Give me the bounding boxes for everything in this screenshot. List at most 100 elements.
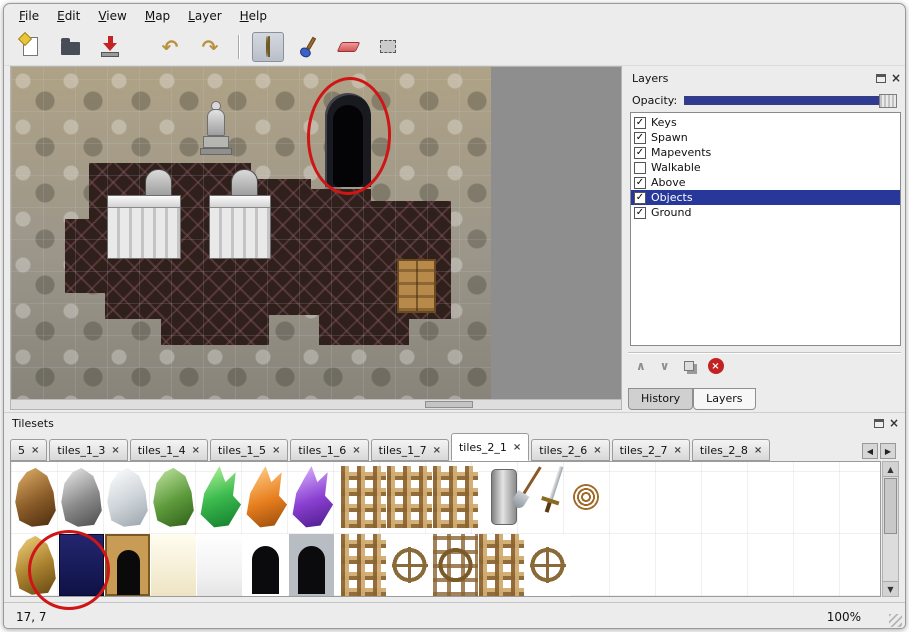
tileset-tab[interactable]: tiles_1_6× <box>290 439 368 461</box>
layer-row-ground[interactable]: ✓ Ground <box>631 205 900 220</box>
float-panel-icon[interactable] <box>876 74 886 83</box>
tileset-tab[interactable]: 5× <box>10 439 47 461</box>
close-icon[interactable]: × <box>192 445 200 456</box>
tile-wood-wheel[interactable] <box>387 534 432 596</box>
map-hscroll-thumb[interactable] <box>425 401 473 408</box>
close-icon[interactable]: × <box>433 445 441 456</box>
eraser-tool-button[interactable] <box>332 32 364 62</box>
tile-rock-brown[interactable] <box>13 466 58 528</box>
tileset-canvas[interactable] <box>10 461 881 597</box>
tab-layers[interactable]: Layers <box>693 388 755 410</box>
layer-checkbox[interactable] <box>634 162 646 174</box>
layer-checkbox[interactable]: ✓ <box>634 132 646 144</box>
close-icon[interactable]: × <box>111 445 119 456</box>
float-panel-icon[interactable] <box>874 419 884 428</box>
tile-wood-lattice[interactable] <box>341 534 386 596</box>
close-icon[interactable]: × <box>272 445 280 456</box>
check-icon: ✓ <box>636 178 644 188</box>
tile-crystal-orange[interactable] <box>243 466 288 528</box>
menu-help[interactable]: Help <box>231 5 276 27</box>
tile-crystal-purple[interactable] <box>289 466 334 528</box>
tileset-tab[interactable]: tiles_2_7× <box>612 439 690 461</box>
opacity-slider[interactable] <box>684 96 897 105</box>
map-canvas[interactable] <box>11 67 491 400</box>
close-icon[interactable]: × <box>674 445 682 456</box>
layer-row-above[interactable]: ✓ Above <box>631 175 900 190</box>
tile-cave-arch-gray[interactable] <box>289 534 334 596</box>
open-file-button[interactable] <box>54 32 86 62</box>
tile-rope-coil[interactable] <box>565 466 610 528</box>
layer-checkbox[interactable]: ✓ <box>634 192 646 204</box>
layer-row-objects[interactable]: ✓ Objects <box>631 190 900 205</box>
close-icon[interactable]: × <box>513 442 521 453</box>
delete-layer-button[interactable]: × <box>708 358 724 374</box>
tab-scroll-left-button[interactable]: ◀ <box>862 443 878 459</box>
redo-button[interactable]: ↷ <box>194 32 226 62</box>
tileset-tab[interactable]: tiles_1_4× <box>130 439 208 461</box>
stamp-tool-button[interactable] <box>252 32 284 62</box>
layer-move-down-button[interactable]: ∨ <box>660 360 670 372</box>
scroll-down-icon[interactable]: ▼ <box>883 581 898 596</box>
resize-grip[interactable] <box>889 614 902 627</box>
layer-checkbox[interactable]: ✓ <box>634 207 646 219</box>
paint-tool-button[interactable] <box>292 32 324 62</box>
tileset-tab-active[interactable]: tiles_2_1× <box>451 433 529 461</box>
tile-rock-green[interactable] <box>151 466 196 528</box>
tile-wood-wheel-lattice[interactable] <box>433 534 478 596</box>
doorway-dark-figure-sprite <box>325 93 371 187</box>
tile-wood-wheel[interactable] <box>525 534 570 596</box>
menu-layer[interactable]: Layer <box>179 5 230 27</box>
tileset-tab[interactable]: tiles_1_5× <box>210 439 288 461</box>
tile-rock-gold[interactable] <box>13 534 58 596</box>
tile-white-fade[interactable] <box>197 534 242 596</box>
menu-view[interactable]: View <box>89 5 135 27</box>
close-icon[interactable]: × <box>31 445 39 456</box>
opacity-slider-handle[interactable] <box>879 94 897 108</box>
tileset-tab[interactable]: tiles_2_6× <box>531 439 609 461</box>
layer-row-spawn[interactable]: ✓ Spawn <box>631 130 900 145</box>
tile-wood-lattice[interactable] <box>479 534 524 596</box>
layer-checkbox[interactable]: ✓ <box>634 177 646 189</box>
close-icon[interactable]: × <box>352 445 360 456</box>
tile-cave-arch-white[interactable] <box>243 534 288 596</box>
tab-label: tiles_1_7 <box>379 444 427 457</box>
tile-crystal-green[interactable] <box>197 466 242 528</box>
tab-history[interactable]: History <box>628 388 693 410</box>
undo-button[interactable]: ↶ <box>154 32 186 62</box>
tile-wood-lattice[interactable] <box>387 466 432 528</box>
tileset-tab[interactable]: tiles_1_3× <box>49 439 127 461</box>
select-tool-button[interactable] <box>372 32 404 62</box>
save-button[interactable] <box>94 32 126 62</box>
new-file-icon <box>23 37 38 56</box>
layer-row-walkable[interactable]: Walkable <box>631 160 900 175</box>
layer-move-up-button[interactable]: ∧ <box>636 360 646 372</box>
layer-row-keys[interactable]: ✓ Keys <box>631 115 900 130</box>
layer-row-mapevents[interactable]: ✓ Mapevents <box>631 145 900 160</box>
layer-checkbox[interactable]: ✓ <box>634 147 646 159</box>
tile-rock-gray[interactable] <box>59 466 104 528</box>
duplicate-layer-button[interactable] <box>684 361 694 371</box>
close-icon[interactable]: × <box>593 445 601 456</box>
tile-doorway[interactable] <box>105 534 150 596</box>
close-panel-icon[interactable]: × <box>889 418 899 428</box>
menu-map[interactable]: Map <box>136 5 179 27</box>
close-panel-icon[interactable]: × <box>891 73 901 83</box>
tile-wood-lattice[interactable] <box>341 466 386 528</box>
tileset-tab[interactable]: tiles_1_7 × <box>371 439 449 461</box>
scroll-up-icon[interactable]: ▲ <box>883 462 898 477</box>
tileset-tab[interactable]: tiles_2_8× <box>692 439 770 461</box>
menu-edit[interactable]: Edit <box>48 5 89 27</box>
layer-checkbox[interactable]: ✓ <box>634 117 646 129</box>
tile-rock-white[interactable] <box>105 466 150 528</box>
tile-navy-selected[interactable] <box>59 534 104 596</box>
close-icon[interactable]: × <box>754 445 762 456</box>
tileset-vertical-scrollbar[interactable]: ▲ ▼ <box>882 461 899 597</box>
new-file-button[interactable] <box>14 32 46 62</box>
menu-file[interactable]: File <box>10 5 48 27</box>
map-horizontal-scrollbar[interactable] <box>11 399 621 409</box>
vscroll-thumb[interactable] <box>884 478 897 534</box>
tile-wood-lattice[interactable] <box>433 466 478 528</box>
tab-scroll-right-button[interactable]: ▶ <box>880 443 896 459</box>
eraser-icon <box>336 42 360 52</box>
tile-cream[interactable] <box>151 534 196 596</box>
